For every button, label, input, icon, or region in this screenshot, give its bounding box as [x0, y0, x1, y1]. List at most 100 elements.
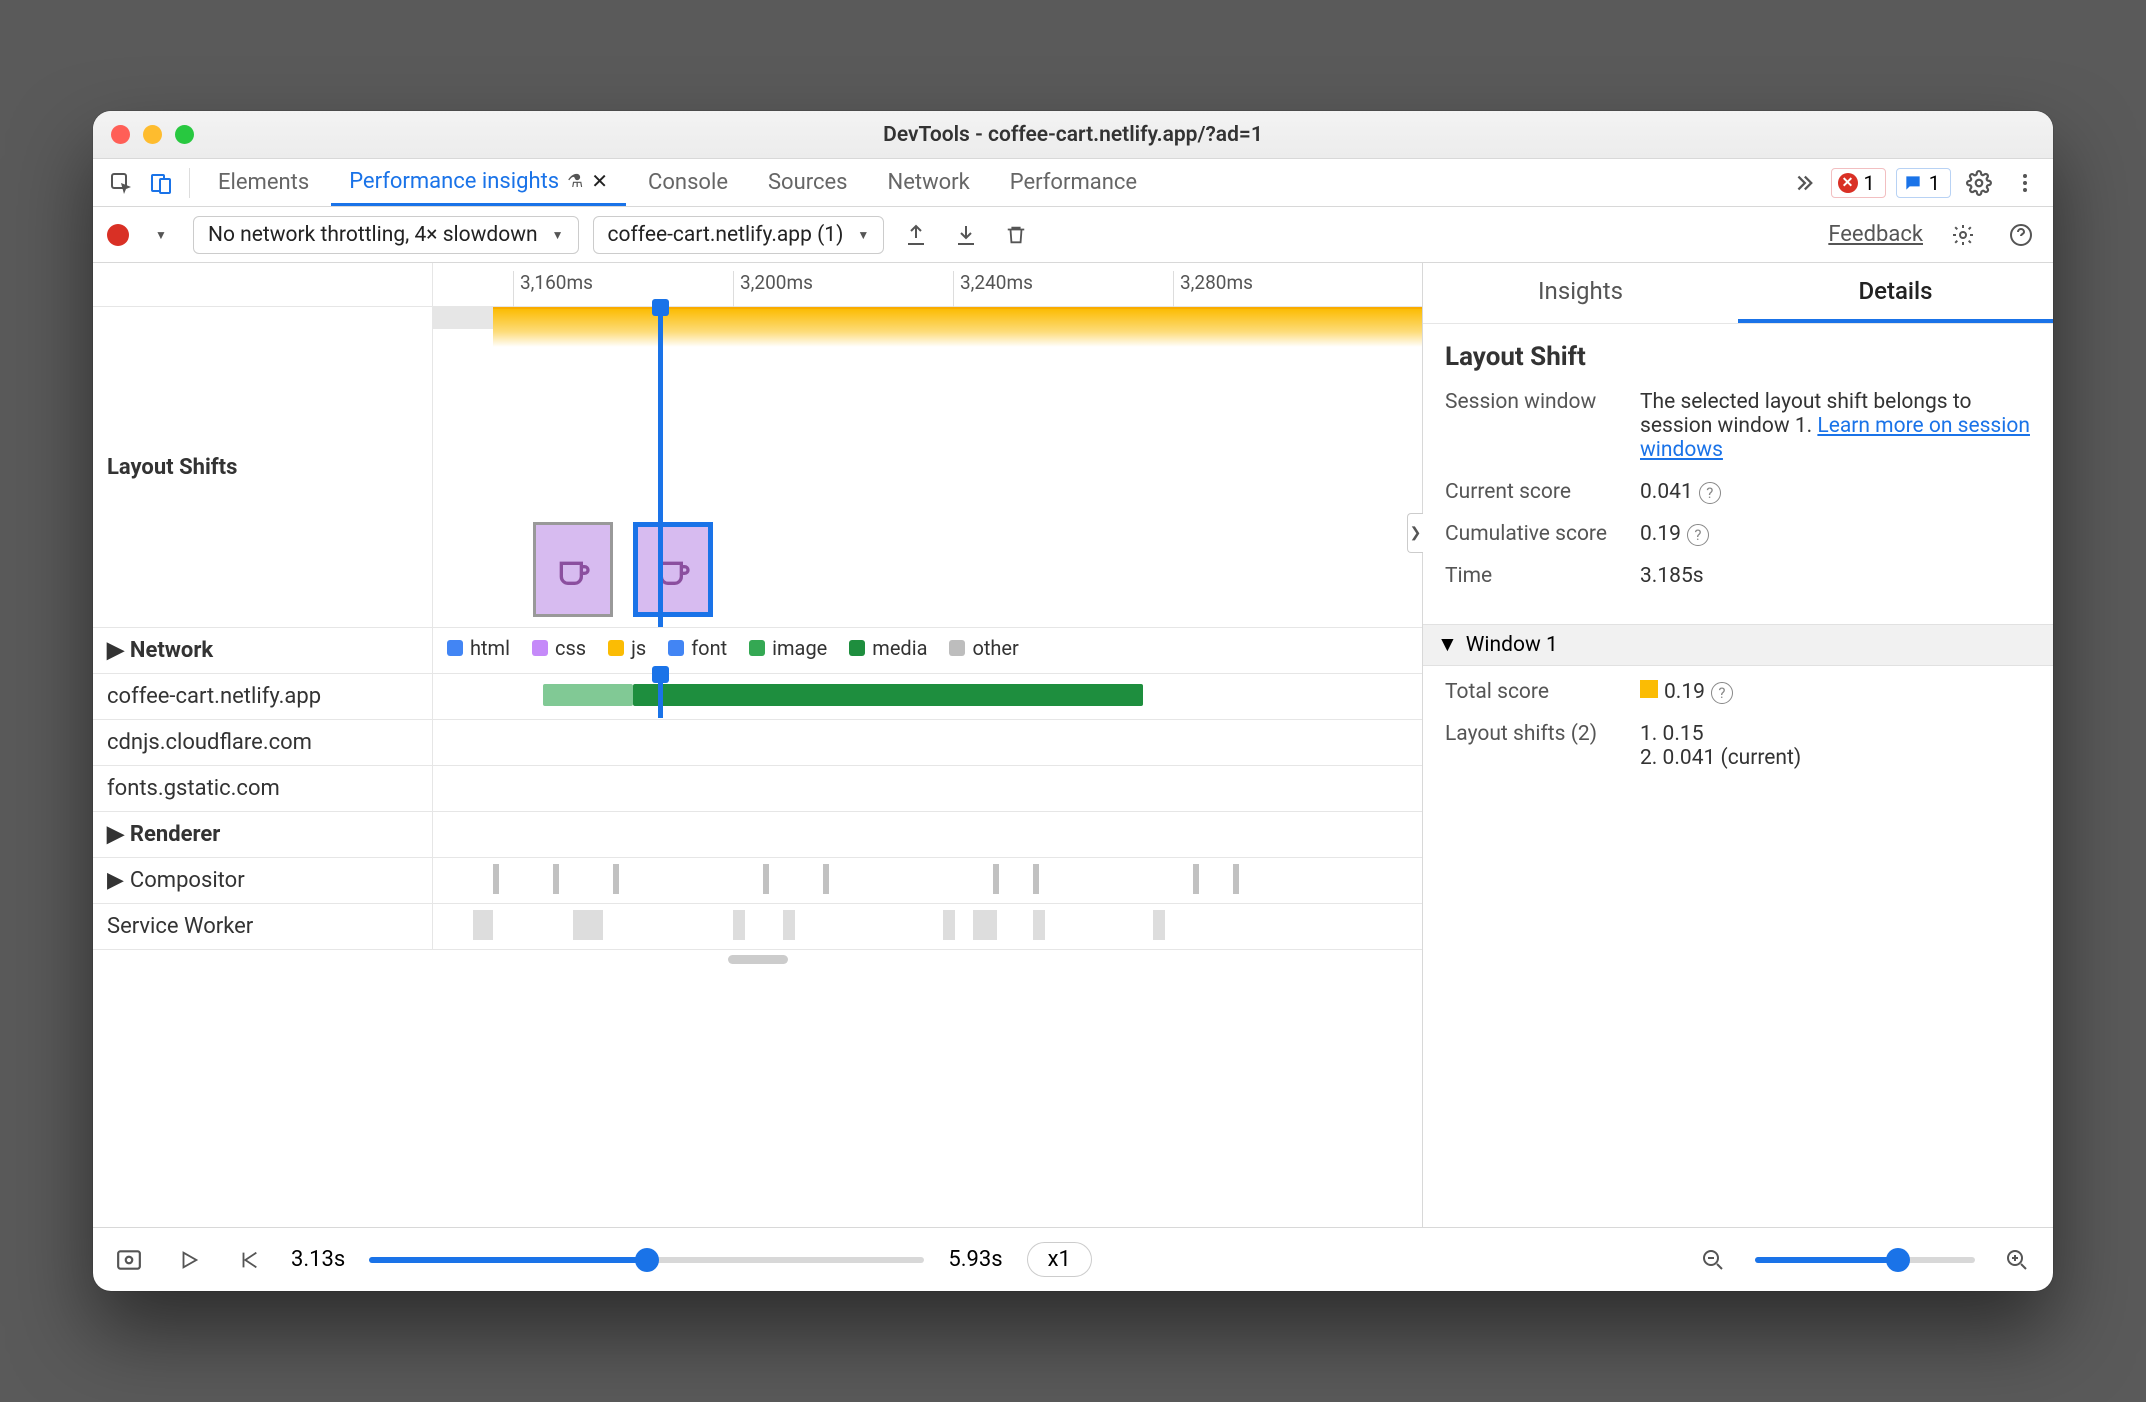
tab-console[interactable]: Console	[630, 159, 746, 206]
legend-label: media	[872, 636, 927, 660]
export-icon[interactable]	[898, 217, 934, 253]
tab-network[interactable]: Network	[870, 159, 988, 206]
zoom-in-icon[interactable]	[1999, 1242, 2035, 1278]
network-host-label[interactable]: fonts.gstatic.com	[93, 766, 433, 811]
playhead[interactable]	[658, 307, 663, 627]
tab-elements[interactable]: Elements	[200, 159, 327, 206]
tab-performance-insights[interactable]: Performance insights ⚗︎ ✕	[331, 159, 626, 206]
legend-label: css	[555, 636, 586, 660]
total-score-label: Total score	[1445, 680, 1620, 704]
compositor-row: ▶ Compositor	[93, 858, 1422, 904]
zoom-out-icon[interactable]	[1695, 1242, 1731, 1278]
legend-item: css	[532, 636, 586, 660]
layout-shift-thumbnail[interactable]	[533, 522, 613, 617]
layout-shifts-list: 1. 0.15 2. 0.041 (current)	[1640, 722, 2031, 770]
inspect-icon[interactable]	[103, 165, 139, 201]
current-score-label: Current score	[1445, 480, 1620, 504]
ruler-tick: 3,280ms	[1173, 271, 1253, 307]
play-icon[interactable]	[171, 1242, 207, 1278]
time-ruler[interactable]: 3,160ms 3,200ms 3,240ms 3,280ms	[433, 263, 1422, 306]
throttle-select[interactable]: No network throttling, 4× slowdown ▼	[193, 216, 579, 254]
legend-swatch	[608, 640, 624, 656]
network-host-body[interactable]	[433, 720, 1422, 760]
layout-shifts-body[interactable]	[433, 307, 1422, 627]
errors-badge[interactable]: ✕ 1	[1831, 168, 1886, 198]
chevron-right-icon: ▶	[107, 638, 124, 663]
playhead	[658, 674, 663, 718]
window1-disclosure[interactable]: ▼ Window 1	[1423, 624, 2053, 666]
help-icon[interactable]: ?	[1687, 524, 1709, 546]
panel-settings-icon[interactable]	[1945, 217, 1981, 253]
sidepanel-tab-details[interactable]: Details	[1738, 263, 2053, 323]
layout-shift-item[interactable]: 2. 0.041 (current)	[1640, 746, 2031, 770]
screenshot-toggle-icon[interactable]	[111, 1242, 147, 1278]
layout-shift-session-bar[interactable]	[493, 307, 1422, 347]
settings-icon[interactable]	[1961, 165, 1997, 201]
tab-label: Sources	[768, 170, 848, 195]
sidepanel-heading: Layout Shift	[1445, 342, 2031, 372]
network-request-bar[interactable]	[633, 684, 1143, 706]
total-score-value: 0.19?	[1640, 680, 2031, 704]
sidepanel-body: Layout Shift Session window The selected…	[1423, 324, 2053, 624]
tab-sources[interactable]: Sources	[750, 159, 866, 206]
legend-label: js	[631, 636, 646, 660]
renderer-label[interactable]: ▶ Renderer	[93, 812, 433, 857]
zoom-slider[interactable]	[1755, 1257, 1975, 1263]
record-button[interactable]	[107, 224, 129, 246]
minimize-window-button[interactable]	[143, 125, 162, 144]
chevron-right-icon: ▶	[107, 868, 124, 893]
legend-swatch	[668, 640, 684, 656]
time-slider[interactable]	[369, 1257, 924, 1263]
close-tab-icon[interactable]: ✕	[591, 169, 608, 193]
network-host-body[interactable]	[433, 766, 1422, 806]
current-score-value: 0.041?	[1640, 480, 2031, 504]
layout-shifts-count-label: Layout shifts (2)	[1445, 722, 1620, 770]
service-worker-body[interactable]	[433, 904, 1422, 948]
help-icon[interactable]: ?	[1699, 482, 1721, 504]
footer: 3.13s 5.93s x1	[93, 1227, 2053, 1291]
network-request-bar[interactable]	[543, 684, 633, 706]
flask-icon: ⚗︎	[567, 171, 583, 192]
network-host-label[interactable]: coffee-cart.netlify.app	[93, 674, 433, 719]
help-icon[interactable]	[2003, 217, 2039, 253]
sidepanel: Insights Details Layout Shift Session wi…	[1423, 263, 2053, 806]
recording-select[interactable]: coffee-cart.netlify.app (1) ▼	[593, 216, 885, 254]
feedback-link[interactable]: Feedback	[1828, 222, 1923, 247]
error-icon: ✕	[1838, 173, 1858, 193]
divider	[189, 168, 190, 198]
ruler-tick: 3,240ms	[953, 271, 1033, 307]
chevron-down-icon: ▼	[857, 228, 869, 242]
collapse-sidepanel-button[interactable]: ❯	[1407, 513, 1423, 553]
import-icon[interactable]	[948, 217, 984, 253]
session-window-label: Session window	[1445, 390, 1620, 462]
compositor-body[interactable]	[433, 858, 1422, 902]
legend-swatch	[532, 640, 548, 656]
jump-to-start-icon[interactable]	[231, 1242, 267, 1278]
kebab-menu-icon[interactable]	[2007, 165, 2043, 201]
sidepanel-tab-insights[interactable]: Insights	[1423, 263, 1738, 323]
network-host-label[interactable]: cdnjs.cloudflare.com	[93, 720, 433, 765]
layout-shift-thumbnail-selected[interactable]	[633, 522, 713, 617]
messages-badge[interactable]: 1	[1896, 168, 1951, 198]
help-icon[interactable]: ?	[1711, 682, 1733, 704]
total-score-row: Total score 0.19?	[1445, 680, 2031, 704]
device-toolbar-icon[interactable]	[143, 165, 179, 201]
cumulative-score-value: 0.19?	[1640, 522, 2031, 546]
close-window-button[interactable]	[111, 125, 130, 144]
maximize-window-button[interactable]	[175, 125, 194, 144]
horizontal-scroll[interactable]	[93, 950, 1422, 968]
layout-shift-item[interactable]: 1. 0.15	[1640, 722, 2031, 746]
service-worker-label[interactable]: Service Worker	[93, 904, 433, 949]
compositor-label[interactable]: ▶ Compositor	[93, 858, 433, 903]
tab-performance[interactable]: Performance	[992, 159, 1155, 206]
record-menu-dropdown[interactable]: ▼	[143, 217, 179, 253]
legend-item: js	[608, 636, 646, 660]
delete-icon[interactable]	[998, 217, 1034, 253]
traffic-lights	[111, 125, 194, 144]
window-title: DevTools - coffee-cart.netlify.app/?ad=1	[883, 123, 1263, 147]
network-label[interactable]: ▶ Network	[93, 628, 433, 673]
speed-pill[interactable]: x1	[1027, 1242, 1092, 1277]
time-value: 3.185s	[1640, 564, 2031, 588]
network-host-body[interactable]	[433, 674, 1422, 718]
more-tabs-icon[interactable]	[1785, 165, 1821, 201]
